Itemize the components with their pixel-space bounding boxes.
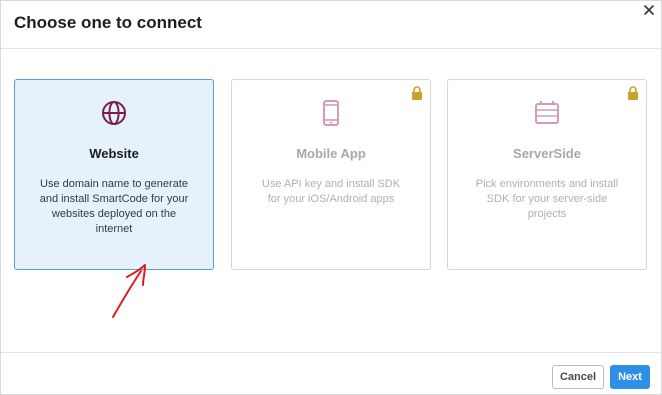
lock-icon [628, 86, 638, 100]
cancel-button[interactable]: Cancel [552, 365, 604, 389]
mobile-app-card-title: Mobile App [296, 146, 366, 161]
mobile-app-card-description: Use API key and install SDK for your iOS… [261, 178, 401, 205]
serverside-card-description: Pick environments and install SDK for yo… [475, 178, 619, 220]
website-card[interactable]: Website Use domain name to generate and … [14, 79, 214, 270]
website-card-title: Website [89, 146, 139, 161]
globe-icon [102, 101, 126, 125]
lock-icon [412, 86, 422, 100]
dialog-footer: Cancel Next [1, 352, 661, 395]
dialog-body: Website Use domain name to generate and … [1, 49, 661, 352]
next-button[interactable]: Next [610, 365, 650, 389]
mobile-app-card[interactable]: Mobile App Use API key and install SDK f… [231, 79, 431, 270]
annotation-arrow-icon [112, 264, 146, 318]
mobile-phone-icon [323, 100, 339, 126]
connect-dialog: Choose one to connect Website Use domain… [0, 0, 662, 395]
website-card-description: Use domain name to generate and install … [39, 178, 189, 235]
serverside-card-title: ServerSide [513, 146, 581, 161]
serverside-card[interactable]: ServerSide Pick environments and install… [447, 79, 647, 270]
dialog-title: Choose one to connect [14, 13, 202, 32]
close-icon[interactable] [641, 2, 657, 18]
server-icon [535, 101, 559, 124]
dialog-header: Choose one to connect [1, 1, 661, 49]
